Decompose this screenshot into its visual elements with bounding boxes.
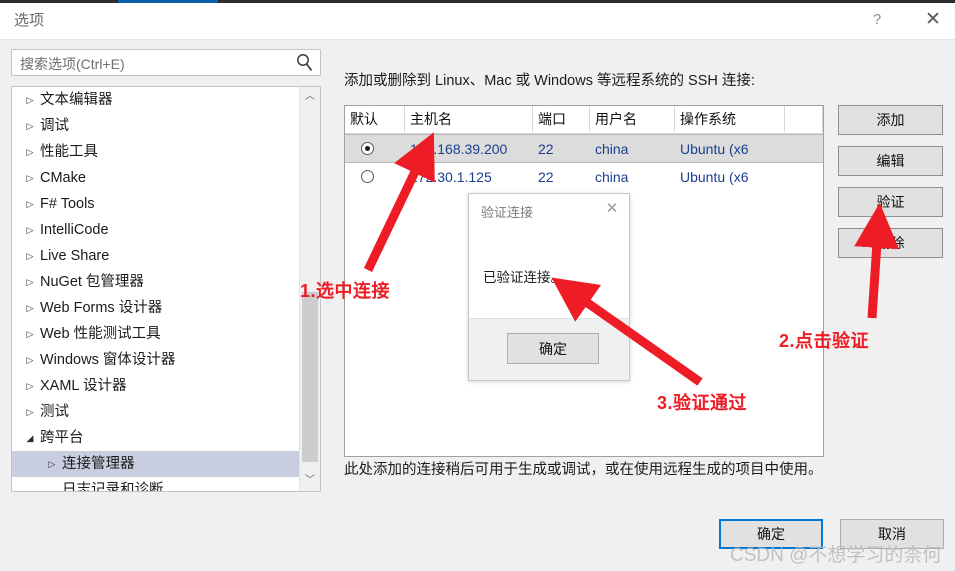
table-cell-hostname: 172.30.1.125	[410, 169, 492, 185]
table-body[interactable]: 192.168.39.200 22 china Ubuntu (x6 172.30.1.…	[345, 134, 823, 192]
expander-closed-icon[interactable]: ▷	[20, 217, 40, 243]
usage-hint: 此处添加的连接稍后可用于生成或调试，或在使用远程生成的项目中使用。	[344, 462, 823, 478]
expander-closed-icon[interactable]: ▷	[20, 399, 40, 425]
options-dialog: 选项 ? ✕ ▷文本编辑器▷调试▷性能工具▷CMake▷F# Tools▷Int…	[0, 0, 955, 571]
edit-button[interactable]: 编辑	[838, 146, 943, 176]
tree-item-label: F# Tools	[40, 196, 95, 212]
tree-item-label: 测试	[40, 404, 69, 420]
tree-item-label: 日志记录和诊断	[62, 482, 164, 492]
expander-closed-icon[interactable]: ▷	[20, 295, 40, 321]
close-icon[interactable]: ✕	[918, 6, 948, 34]
tree-item-label: 跨平台	[40, 430, 84, 446]
table-cell-os: Ubuntu (x6	[680, 169, 749, 185]
tree-item-label: Web Forms 设计器	[40, 300, 163, 316]
modal-footer: 确定	[469, 318, 629, 380]
annotation-step-3: 3.验证通过	[657, 393, 748, 413]
add-button[interactable]: 添加	[838, 105, 943, 135]
table-cell-username: china	[595, 141, 629, 157]
expander-open-icon[interactable]: ◢	[20, 425, 40, 451]
options-tree-panel: ▷ 文本编辑器 ▷ 调试 ▷ 性能工具 ▷ CMake ▷ F# Tools ▷ IntelliCod…	[11, 86, 321, 492]
table-cell-port: 22	[538, 169, 554, 185]
expander-closed-icon[interactable]: ▷	[20, 373, 40, 399]
tree-item[interactable]: ▷ Web 性能测试工具	[12, 321, 300, 347]
tree-item[interactable]: ▷ Web Forms 设计器	[12, 295, 300, 321]
tree-item[interactable]: ▷ 测试	[12, 399, 300, 425]
table-header-row: 默认 主机名 端口 用户名 操作系统	[345, 106, 823, 134]
table-column-header[interactable]: 默认	[345, 106, 405, 132]
expander-closed-icon[interactable]: ▷	[42, 451, 62, 477]
expander-closed-icon[interactable]: ▷	[20, 243, 40, 269]
table-column-header[interactable]: 端口	[533, 106, 590, 132]
table-row[interactable]: 192.168.39.200 22 china Ubuntu (x6	[345, 134, 823, 163]
ssh-description: 添加或删除到 Linux、Mac 或 Windows 等远程系统的 SSH 连接…	[344, 73, 755, 89]
verify-button[interactable]: 验证	[838, 187, 943, 217]
tree-item[interactable]: ▷ Windows 窗体设计器	[12, 347, 300, 373]
tree-item[interactable]: ▷ 连接管理器	[12, 451, 300, 477]
tree-item-label: CMake	[40, 170, 86, 186]
top-stripe-highlight	[118, 0, 218, 3]
table-cell-username: china	[595, 169, 629, 185]
tree-item-label: IntelliCode	[40, 222, 109, 238]
modal-ok-button[interactable]: 确定	[507, 333, 599, 364]
annotation-step-2: 2.点击验证	[779, 331, 870, 351]
table-row[interactable]: 172.30.1.125 22 china Ubuntu (x6	[345, 163, 823, 192]
table-cell-port: 22	[538, 141, 554, 157]
modal-title: 验证连接	[481, 205, 534, 220]
expander-closed-icon[interactable]: ▷	[20, 191, 40, 217]
default-radio[interactable]	[361, 142, 374, 155]
expander-closed-icon[interactable]: ▷	[20, 321, 40, 347]
search-box[interactable]	[11, 49, 321, 76]
tree-item[interactable]: ▷ IntelliCode	[12, 217, 300, 243]
table-column-header-spacer	[785, 106, 823, 132]
options-tree[interactable]: ▷ 文本编辑器 ▷ 调试 ▷ 性能工具 ▷ CMake ▷ F# Tools ▷ IntelliCod…	[12, 87, 300, 492]
tree-item[interactable]: ◢ 跨平台	[12, 425, 300, 451]
verify-connection-dialog: 验证连接 ✕ 已验证连接。 确定	[468, 193, 630, 381]
table-column-header[interactable]: 操作系统	[675, 106, 785, 132]
table-column-header[interactable]: 用户名	[590, 106, 675, 132]
tree-item[interactable]: 日志记录和诊断	[12, 477, 300, 492]
table-cell-os: Ubuntu (x6	[680, 141, 749, 157]
expander-closed-icon[interactable]: ▷	[20, 87, 40, 113]
tree-item[interactable]: ▷ XAML 设计器	[12, 373, 300, 399]
tree-item-label: 文本编辑器	[40, 92, 113, 108]
watermark: CSDN @不想学习的柰何	[730, 545, 942, 566]
expander-closed-icon[interactable]: ▷	[20, 347, 40, 373]
expander-closed-icon[interactable]: ▷	[20, 269, 40, 295]
scrollbar-thumb[interactable]	[302, 292, 318, 462]
tree-item[interactable]: ▷ CMake	[12, 165, 300, 191]
tree-item[interactable]: ▷ Live Share	[12, 243, 300, 269]
tree-item-label: 调试	[40, 118, 69, 134]
expander-closed-icon[interactable]: ▷	[20, 139, 40, 165]
tree-item-label: 性能工具	[40, 144, 98, 160]
tree-item-label: 连接管理器	[62, 456, 135, 472]
tree-item-label: NuGet 包管理器	[40, 274, 144, 290]
chevron-down-icon[interactable]: ﹀	[300, 471, 320, 491]
tree-item-label: XAML 设计器	[40, 378, 127, 394]
tree-item-label: Live Share	[40, 248, 110, 264]
table-cell-hostname: 192.168.39.200	[410, 141, 508, 157]
tree-item[interactable]: ▷ 文本编辑器	[12, 87, 300, 113]
expander-closed-icon[interactable]: ▷	[20, 113, 40, 139]
chevron-up-icon[interactable]: ︿	[300, 87, 320, 107]
tree-item[interactable]: ▷ 性能工具	[12, 139, 300, 165]
window-title: 选项	[14, 12, 45, 29]
table-column-header[interactable]: 主机名	[405, 106, 533, 132]
tree-item[interactable]: ▷ 调试	[12, 113, 300, 139]
tree-item[interactable]: ▷ F# Tools	[12, 191, 300, 217]
search-icon	[297, 54, 313, 72]
modal-message: 已验证连接。	[483, 270, 564, 285]
default-radio[interactable]	[361, 170, 374, 183]
modal-close-icon[interactable]: ✕	[601, 198, 623, 220]
help-icon[interactable]: ?	[862, 6, 892, 34]
window-top-stripe	[0, 0, 955, 3]
search-input[interactable]	[18, 52, 290, 75]
annotation-step-1: 1.选中连接	[300, 281, 391, 301]
tree-item-label: Windows 窗体设计器	[40, 352, 176, 368]
tree-item[interactable]: ▷ NuGet 包管理器	[12, 269, 300, 295]
expander-closed-icon[interactable]: ▷	[20, 165, 40, 191]
delete-button[interactable]: 删除	[838, 228, 943, 258]
title-bar: 选项 ? ✕	[0, 0, 955, 40]
tree-item-label: Web 性能测试工具	[40, 326, 161, 342]
